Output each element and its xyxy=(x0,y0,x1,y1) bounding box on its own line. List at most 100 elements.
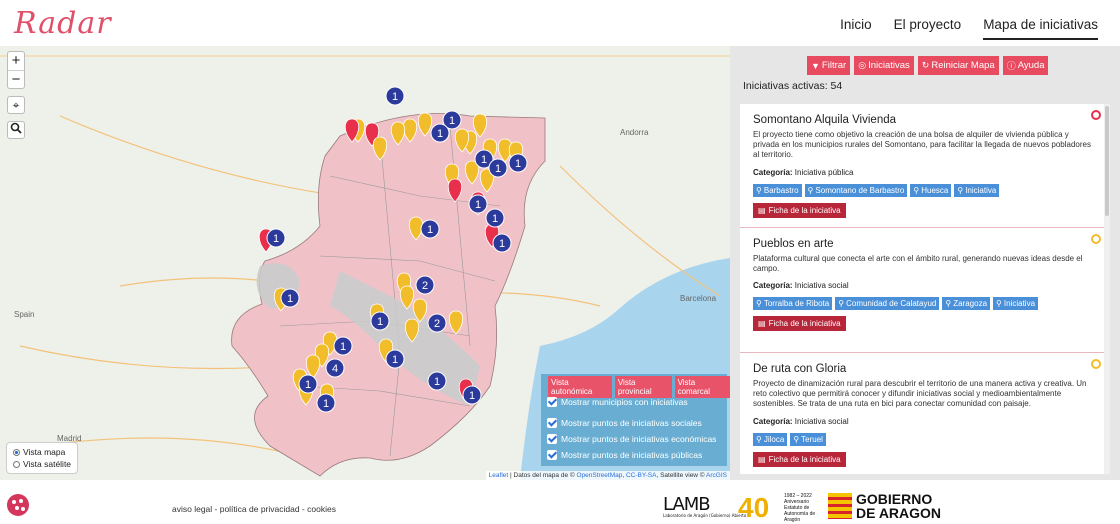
initiative-tags: ⚲ Barbastro ⚲ Somontano de Barbastro ⚲ Hues… xyxy=(753,183,1092,197)
cluster-count: 1 xyxy=(449,115,455,127)
tag-barbastro[interactable]: ⚲ Barbastro xyxy=(753,183,802,197)
legal-links[interactable]: aviso legal - política de privacidad - c… xyxy=(172,504,336,514)
social-initiative-icon xyxy=(1091,359,1101,369)
tab-vista-provincial[interactable]: Vista provincial xyxy=(614,376,672,398)
initiative-title[interactable]: Somontano Alquila Vivienda xyxy=(753,114,1092,126)
zoom-control: + − xyxy=(7,51,25,89)
initiative-category: Categoría: Iniciativa social xyxy=(753,416,849,426)
refresh-icon: ↻ xyxy=(921,60,930,70)
pin-icon: ⚲ xyxy=(913,185,920,195)
radio-vista-mapa[interactable] xyxy=(13,448,20,456)
aragon-flag-icon xyxy=(828,493,852,519)
tag-teruel[interactable]: ⚲ Teruel xyxy=(790,432,826,446)
iniciativas-button[interactable]: ◎ Iniciativas xyxy=(854,56,914,75)
social-initiative-marker[interactable] xyxy=(412,298,428,323)
cluster-count: 1 xyxy=(437,128,443,140)
ficha-button[interactable]: ▤ Ficha de la iniciativa xyxy=(753,451,846,467)
checkbox-sociales[interactable]: Mostrar puntos de iniciativas sociales xyxy=(547,418,702,428)
initiative-card: De ruta con Gloria Proyecto de dinamizac… xyxy=(740,353,1105,474)
social-initiative-marker[interactable] xyxy=(390,121,406,146)
cluster-count: 1 xyxy=(392,91,398,103)
magnifier-icon xyxy=(10,122,22,134)
initiatives-list[interactable]: Somontano Alquila Vivienda El proyecto t… xyxy=(740,104,1105,474)
cluster-count: 1 xyxy=(475,199,481,211)
reiniciar-mapa-button[interactable]: ↻ Reiniciar Mapa xyxy=(917,56,999,75)
nav-mapa-de-iniciativas[interactable]: Mapa de iniciativas xyxy=(983,17,1098,40)
scrollbar-thumb[interactable] xyxy=(1105,106,1109,216)
document-icon: ▤ xyxy=(758,205,766,215)
cluster-count: 1 xyxy=(481,154,487,166)
tag-iniciativa[interactable]: ⚲ Iniciativa xyxy=(954,183,1000,197)
nav-el-proyecto[interactable]: El proyecto xyxy=(894,17,962,40)
initiative-card: Pueblos en arte Plataforma cultural que … xyxy=(740,228,1105,353)
economic-initiative-marker[interactable] xyxy=(447,178,463,203)
ficha-button[interactable]: ▤ Ficha de la iniciativa xyxy=(753,316,846,332)
social-initiative-marker[interactable] xyxy=(402,118,418,143)
radar-logo[interactable]: Radar xyxy=(14,6,112,41)
ccbysa-link[interactable]: CC-BY-SA xyxy=(626,472,656,479)
tag-somontano[interactable]: ⚲ Somontano de Barbastro xyxy=(804,183,908,197)
tag-jiloca[interactable]: ⚲ Jiloca xyxy=(753,432,788,446)
nav-inicio[interactable]: Inicio xyxy=(840,17,872,40)
ayuda-button[interactable]: ⓘ Ayuda xyxy=(1002,56,1049,75)
map-search-button[interactable] xyxy=(7,121,25,139)
social-initiative-marker[interactable] xyxy=(417,112,433,137)
view-tabs: Vista autonómica Vista provincial Vista … xyxy=(548,376,730,398)
tab-vista-autonomica[interactable]: Vista autonómica xyxy=(548,376,612,398)
main-nav: Inicio El proyecto Mapa de iniciativas xyxy=(840,17,1098,40)
checkbox-municipios[interactable]: Mostrar municipios con iniciativas xyxy=(547,397,688,407)
cluster-count: 1 xyxy=(434,376,440,388)
initiatives-map[interactable]: 1111111111122114111111 Spain Andorra Bar… xyxy=(0,46,730,480)
initiative-category: Categoría: Iniciativa social xyxy=(753,281,849,291)
social-initiative-marker[interactable] xyxy=(372,136,388,161)
zoom-in-button[interactable]: + xyxy=(8,52,24,70)
tag-iniciativa[interactable]: ⚲ Iniciativa xyxy=(993,297,1039,311)
social-initiative-marker[interactable] xyxy=(404,318,420,343)
cluster-count: 1 xyxy=(305,379,311,391)
tag-torralba[interactable]: ⚲ Torralba de Ribota xyxy=(753,297,833,311)
cluster-count: 1 xyxy=(499,238,505,250)
pin-icon: ⚲ xyxy=(838,299,845,309)
tab-vista-comarcal[interactable]: Vista comarcal xyxy=(674,376,730,398)
social-initiative-marker[interactable] xyxy=(399,285,415,310)
tag-huesca[interactable]: ⚲ Huesca xyxy=(910,183,952,197)
cookie-icon[interactable] xyxy=(7,494,29,516)
checkbox-economicas-box[interactable] xyxy=(547,434,557,444)
radio-vista-satelite[interactable] xyxy=(13,460,20,468)
estatuto-40-caption: 1982 – 2022 Aniversario Estatuto de Auto… xyxy=(784,493,816,523)
tag-calatayud[interactable]: ⚲ Comunidad de Calatayud xyxy=(835,297,940,311)
layer-option-map[interactable]: Vista mapa xyxy=(13,446,71,458)
leaflet-link[interactable]: Leaflet xyxy=(489,472,509,479)
initiative-description: Plataforma cultural que conecta el arte … xyxy=(753,254,1083,274)
checkbox-municipios-box[interactable] xyxy=(547,397,557,407)
public-initiative-icon xyxy=(1091,110,1101,120)
list-scrollbar[interactable] xyxy=(1104,104,1110,474)
ficha-button[interactable]: ▤ Ficha de la iniciativa xyxy=(753,202,846,218)
checkbox-publicas[interactable]: Mostrar puntos de iniciativas públicas xyxy=(547,450,702,460)
osm-link[interactable]: OpenStreetMap xyxy=(576,472,622,479)
arcgis-link[interactable]: ArcGIS xyxy=(706,472,727,479)
initiative-title[interactable]: De ruta con Gloria xyxy=(753,363,1092,375)
cluster-count: 1 xyxy=(287,293,293,305)
layer-option-satellite[interactable]: Vista satélite xyxy=(13,458,71,470)
active-initiatives-count: Iniciativas activas: 54 xyxy=(743,80,843,92)
gobierno-de-aragon-logo: GOBIERNO DE ARAGON xyxy=(828,492,941,520)
place-label-andorra: Andorra xyxy=(620,128,649,137)
social-initiative-marker[interactable] xyxy=(448,310,464,335)
filtrar-button[interactable]: ▼ Filtrar xyxy=(807,56,851,75)
document-icon: ▤ xyxy=(758,454,766,464)
logo-text: Radar xyxy=(14,6,112,41)
cluster-count: 1 xyxy=(495,163,501,175)
crosshair-icon: ⌖ xyxy=(12,98,20,112)
checkbox-economicas[interactable]: Mostrar puntos de iniciativas económicas xyxy=(547,434,716,444)
place-label-spain: Spain xyxy=(14,310,35,319)
checkbox-publicas-box[interactable] xyxy=(547,450,557,460)
filter-icon: ▼ xyxy=(811,60,820,71)
cluster-count: 2 xyxy=(422,280,428,292)
locate-button[interactable]: ⌖ xyxy=(7,96,25,114)
initiative-title[interactable]: Pueblos en arte xyxy=(753,238,1092,250)
pin-icon: ⚲ xyxy=(756,299,762,309)
tag-zaragoza[interactable]: ⚲ Zaragoza xyxy=(942,297,991,311)
checkbox-sociales-box[interactable] xyxy=(547,418,557,428)
zoom-out-button[interactable]: − xyxy=(8,70,24,88)
